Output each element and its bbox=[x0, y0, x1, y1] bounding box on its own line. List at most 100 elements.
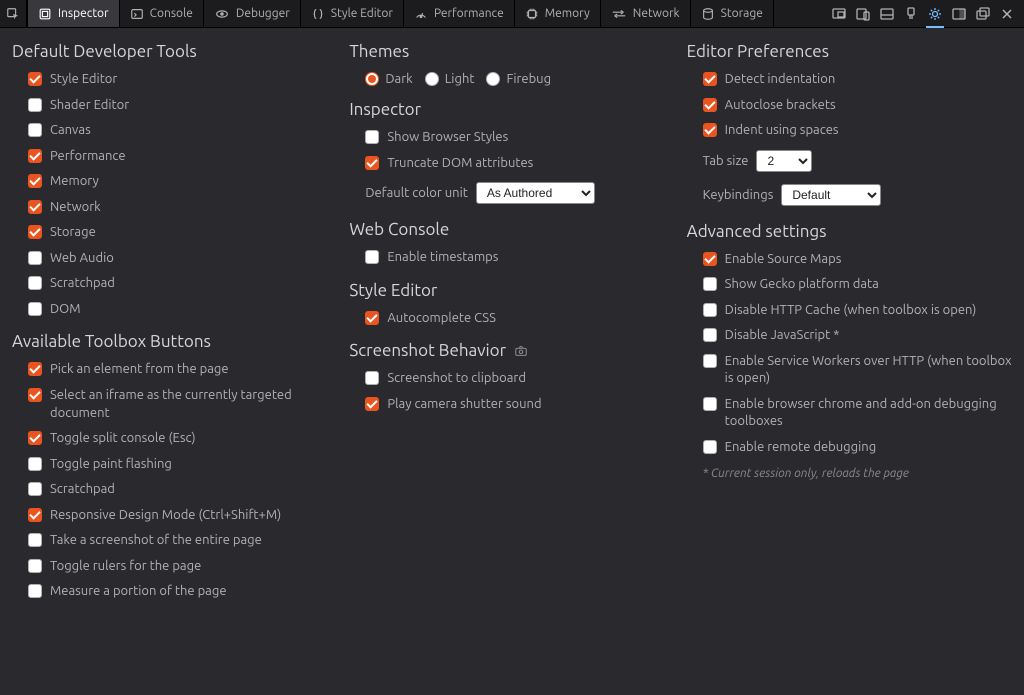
default-tool-checkbox[interactable] bbox=[28, 123, 42, 137]
toolbox-button-checkbox[interactable] bbox=[28, 457, 42, 471]
screenshot-opt-checkbox[interactable] bbox=[365, 397, 379, 411]
default-color-unit-select[interactable]: As AuthoredHexHSL(A)RGB(A)Color Names bbox=[476, 182, 595, 204]
advanced-opt-label[interactable]: Enable remote debugging bbox=[725, 439, 877, 457]
tab-style-editor[interactable]: Style Editor bbox=[301, 0, 404, 27]
responsive-design-button[interactable] bbox=[852, 3, 874, 25]
advanced-opt-checkbox[interactable] bbox=[703, 303, 717, 317]
default-tool-label[interactable]: Scratchpad bbox=[50, 275, 115, 293]
default-tool-label[interactable]: Memory bbox=[50, 173, 99, 191]
default-tool-label[interactable]: Performance bbox=[50, 148, 126, 166]
tab-performance[interactable]: Performance bbox=[404, 0, 515, 27]
inspector-opt-checkbox[interactable] bbox=[365, 156, 379, 170]
toolbox-button-checkbox[interactable] bbox=[28, 431, 42, 445]
advanced-opt-label[interactable]: Disable HTTP Cache (when toolbox is open… bbox=[725, 302, 977, 320]
settings-button[interactable] bbox=[924, 3, 946, 25]
toolbox-button-label[interactable]: Measure a portion of the page bbox=[50, 583, 227, 601]
editor-pref-label[interactable]: Detect indentation bbox=[725, 71, 836, 89]
tab-debugger[interactable]: Debugger bbox=[204, 0, 301, 27]
editor-pref-checkbox[interactable] bbox=[703, 123, 717, 137]
toolbox-button-label[interactable]: Pick an element from the page bbox=[50, 361, 229, 379]
default-tool-label[interactable]: Shader Editor bbox=[50, 97, 129, 115]
toolbox-button-label[interactable]: Select an iframe as the currently target… bbox=[50, 387, 337, 422]
tab-network[interactable]: Network bbox=[601, 0, 691, 27]
default-tool-label[interactable]: Style Editor bbox=[50, 71, 117, 89]
toolbox-button-label[interactable]: Toggle split console (Esc) bbox=[50, 430, 196, 448]
iframe-picker-button[interactable] bbox=[828, 3, 850, 25]
theme-radio[interactable] bbox=[425, 72, 439, 86]
dock-side-button[interactable] bbox=[948, 3, 970, 25]
toolbox-button-checkbox[interactable] bbox=[28, 388, 42, 402]
screenshot-opt-label[interactable]: Play camera shutter sound bbox=[387, 396, 541, 414]
editor-pref-checkbox[interactable] bbox=[703, 72, 717, 86]
editor-pref-label[interactable]: Autoclose brackets bbox=[725, 97, 836, 115]
advanced-opt-label[interactable]: Enable Service Workers over HTTP (when t… bbox=[725, 353, 1012, 388]
split-console-button[interactable] bbox=[876, 3, 898, 25]
default-tool-label[interactable]: Storage bbox=[50, 224, 96, 242]
advanced-opt-checkbox[interactable] bbox=[703, 440, 717, 454]
advanced-opt-checkbox[interactable] bbox=[703, 354, 717, 368]
default-tool-checkbox[interactable] bbox=[28, 251, 42, 265]
toolbox-button-checkbox[interactable] bbox=[28, 482, 42, 496]
keybindings-select[interactable]: DefaultVimEmacsSublime Text bbox=[781, 184, 881, 206]
separate-window-button[interactable] bbox=[972, 3, 994, 25]
advanced-opt-label[interactable]: Enable browser chrome and add-on debuggi… bbox=[725, 396, 1012, 431]
toolbox-button-checkbox[interactable] bbox=[28, 508, 42, 522]
default-tool-checkbox[interactable] bbox=[28, 225, 42, 239]
advanced-opt-checkbox[interactable] bbox=[703, 277, 717, 291]
editor-prefs-title: Editor Preferences bbox=[687, 42, 1012, 61]
toolbox-button-checkbox[interactable] bbox=[28, 559, 42, 573]
screenshot-opt-label[interactable]: Screenshot to clipboard bbox=[387, 370, 526, 388]
tab-console[interactable]: Console bbox=[120, 0, 204, 27]
theme-radio[interactable] bbox=[365, 72, 379, 86]
theme-radio-label[interactable]: Firebug bbox=[506, 72, 551, 86]
default-tool-checkbox[interactable] bbox=[28, 200, 42, 214]
screenshot-opt-checkbox[interactable] bbox=[365, 371, 379, 385]
pick-element-button[interactable] bbox=[0, 0, 27, 27]
default-tool-label[interactable]: Network bbox=[50, 199, 101, 217]
theme-radio-group-item: Firebug bbox=[486, 71, 551, 86]
default-tool-label[interactable]: Canvas bbox=[50, 122, 91, 140]
default-tool-checkbox[interactable] bbox=[28, 276, 42, 290]
advanced-opt-label[interactable]: Enable Source Maps bbox=[725, 251, 842, 269]
inspector-opt-label[interactable]: Show Browser Styles bbox=[387, 129, 508, 147]
default-tool-label[interactable]: DOM bbox=[50, 301, 81, 319]
toolbox-button-checkbox[interactable] bbox=[28, 362, 42, 376]
toolbox-button-checkbox[interactable] bbox=[28, 584, 42, 598]
inspector-opt-checkbox[interactable] bbox=[365, 130, 379, 144]
editor-pref-label[interactable]: Indent using spaces bbox=[725, 122, 839, 140]
styleeditor-opt-checkbox[interactable] bbox=[365, 311, 379, 325]
styleeditor-opt-label[interactable]: Autocomplete CSS bbox=[387, 310, 496, 328]
advanced-opt-checkbox[interactable] bbox=[703, 328, 717, 342]
default-tool-checkbox[interactable] bbox=[28, 174, 42, 188]
default-tool-checkbox[interactable] bbox=[28, 302, 42, 316]
theme-radio[interactable] bbox=[486, 72, 500, 86]
toolbox-button-checkbox[interactable] bbox=[28, 533, 42, 547]
paint-flashing-button[interactable] bbox=[900, 3, 922, 25]
advanced-opt-checkbox[interactable] bbox=[703, 252, 717, 266]
default-tool-checkbox[interactable] bbox=[28, 149, 42, 163]
toolbox-button-label[interactable]: Toggle rulers for the page bbox=[50, 558, 201, 576]
webconsole-opt-checkbox[interactable] bbox=[365, 250, 379, 264]
tab-inspector[interactable]: Inspector bbox=[27, 0, 120, 27]
advanced-opt-label[interactable]: Show Gecko platform data bbox=[725, 276, 879, 294]
default-tool-checkbox[interactable] bbox=[28, 72, 42, 86]
theme-radio-label[interactable]: Dark bbox=[385, 72, 412, 86]
tab-memory[interactable]: Memory bbox=[515, 0, 601, 27]
editor-pref-checkbox[interactable] bbox=[703, 98, 717, 112]
advanced-opt-option: Disable HTTP Cache (when toolbox is open… bbox=[703, 298, 1012, 324]
inspector-opt-label[interactable]: Truncate DOM attributes bbox=[387, 155, 533, 173]
webconsole-opt-label[interactable]: Enable timestamps bbox=[387, 249, 498, 267]
close-devtools-button[interactable] bbox=[996, 3, 1018, 25]
toolbox-button-label[interactable]: Responsive Design Mode (Ctrl+Shift+M) bbox=[50, 507, 281, 525]
tab-size-select[interactable]: 248 bbox=[756, 150, 812, 172]
tab-storage[interactable]: Storage bbox=[691, 0, 774, 27]
toolbox-button-label[interactable]: Scratchpad bbox=[50, 481, 115, 499]
advanced-opt-checkbox[interactable] bbox=[703, 397, 717, 411]
theme-radio-label[interactable]: Light bbox=[445, 72, 475, 86]
advanced-opt-label[interactable]: Disable JavaScript * bbox=[725, 327, 840, 345]
default-tool-checkbox[interactable] bbox=[28, 98, 42, 112]
default-tool-label[interactable]: Web Audio bbox=[50, 250, 114, 268]
default-tool-option: Canvas bbox=[28, 118, 337, 144]
toolbox-button-label[interactable]: Toggle paint flashing bbox=[50, 456, 172, 474]
toolbox-button-label[interactable]: Take a screenshot of the entire page bbox=[50, 532, 262, 550]
